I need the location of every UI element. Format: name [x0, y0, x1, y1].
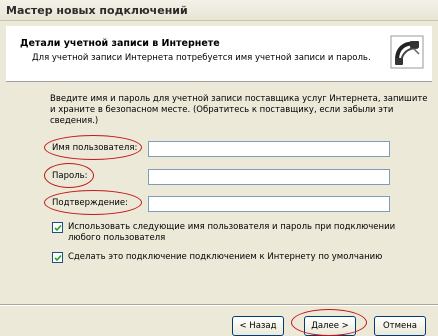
header-title: Детали учетной записи в Интернете	[20, 38, 220, 49]
password-label: Пароль:	[52, 171, 88, 181]
use-for-all-label: Использовать следующие имя пользователя …	[68, 222, 396, 243]
wizard-header: Детали учетной записи в Интернете Для уч…	[6, 26, 432, 82]
intro-text: Введите имя и пароль для учетной записи …	[50, 94, 428, 126]
use-for-all-checkbox[interactable]	[52, 222, 63, 233]
username-input[interactable]	[148, 141, 390, 157]
password-input[interactable]	[148, 169, 390, 185]
footer-divider	[0, 304, 438, 306]
confirm-label: Подтверждение:	[52, 198, 128, 208]
username-label: Имя пользователя:	[52, 143, 138, 153]
next-button[interactable]: Далее >	[304, 316, 356, 336]
window-titlebar: Мастер новых подключений	[0, 0, 438, 21]
connection-wizard-icon	[390, 35, 424, 69]
header-subtitle: Для учетной записи Интернета потребуется…	[32, 53, 371, 63]
back-button[interactable]: < Назад	[232, 316, 284, 336]
window-title: Мастер новых подключений	[6, 4, 188, 17]
cancel-button[interactable]: Отмена	[374, 316, 426, 336]
confirm-input[interactable]	[148, 196, 390, 212]
default-connection-checkbox[interactable]	[52, 252, 63, 263]
checkmark-icon	[54, 224, 62, 232]
default-connection-label: Сделать это подключение подключением к И…	[68, 252, 383, 262]
checkmark-icon	[54, 254, 62, 262]
